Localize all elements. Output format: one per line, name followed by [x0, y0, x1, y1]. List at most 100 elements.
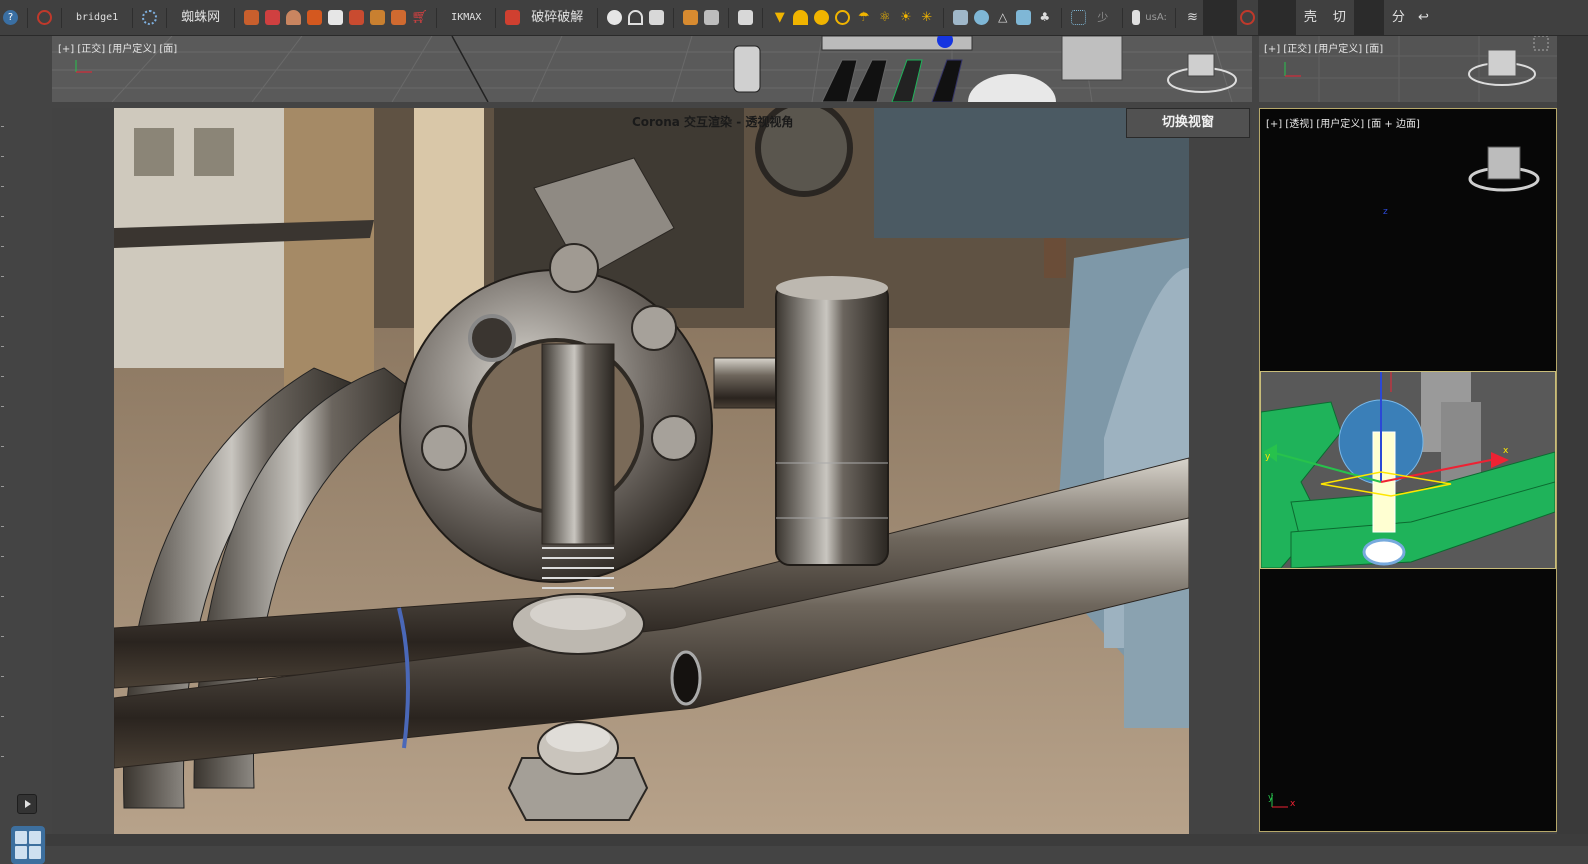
gear-icon[interactable]	[142, 10, 158, 25]
paint-tool-icon[interactable]	[244, 10, 260, 25]
sparkle-icon[interactable]: ✳	[919, 10, 934, 25]
fracture-icon[interactable]	[505, 10, 521, 25]
cloud-tool-icon[interactable]	[286, 10, 302, 25]
umbrella-icon[interactable]: ☂	[856, 10, 871, 25]
fracture-button[interactable]: 破碎破解	[523, 7, 591, 29]
ruler-tick	[1, 486, 4, 487]
box-icon[interactable]	[704, 10, 720, 25]
ortho-right-label[interactable]: [+] [正交] [用户定义] [面]	[1264, 40, 1383, 55]
cube-icon[interactable]	[953, 10, 969, 25]
render-image: Corona 交互渲染 - 透视视角	[114, 108, 1189, 834]
ortho-viewport-top[interactable]: [+] [正交] [用户定义] [面]	[52, 36, 1252, 102]
ruler-tick	[1, 446, 4, 447]
layout-cell	[29, 846, 41, 859]
toolbar-separator	[436, 7, 438, 28]
toolbar-separator	[495, 7, 497, 28]
right-edge-panel	[1557, 36, 1588, 846]
ruler-tick	[1, 406, 4, 407]
ruler-tick	[1, 676, 4, 677]
bridge-button[interactable]: bridge1	[68, 7, 126, 29]
render-scene	[114, 108, 1189, 834]
usa-label[interactable]: usA:	[1143, 7, 1169, 29]
ruler-tick	[1, 156, 4, 157]
ruler-tick	[1, 246, 4, 247]
robot-icon[interactable]	[738, 10, 754, 25]
hanger-icon[interactable]: △	[995, 10, 1010, 25]
ruler-tick	[1, 216, 4, 217]
light-icon[interactable]: ☀	[898, 10, 913, 25]
spider-web-button[interactable]: 蜘蛛网	[173, 7, 228, 29]
ruler-tick	[1, 636, 4, 637]
plant-icon[interactable]: ♣	[1037, 10, 1052, 25]
ruler-tick	[1, 526, 4, 527]
undo-swirl-icon[interactable]	[37, 10, 52, 25]
magnifier-tool-icon[interactable]	[265, 10, 281, 25]
teapot-icon[interactable]	[607, 10, 623, 25]
switch-viewport-button[interactable]: 切换视窗	[1126, 108, 1250, 138]
atom-icon[interactable]: ⚛	[877, 10, 892, 25]
camera-icon[interactable]	[649, 10, 665, 25]
toolbar-separator	[597, 7, 599, 28]
perspective-z-label: z	[1383, 207, 1388, 217]
half-sphere-icon[interactable]	[793, 10, 809, 25]
wireframe-x-label: x	[1503, 446, 1509, 456]
toolbar-separator	[132, 7, 134, 28]
toolbar-empty-area	[1257, 0, 1296, 35]
toolbar-separator	[166, 7, 168, 28]
unit-label[interactable]: 少	[1089, 7, 1116, 29]
barrel-tool-icon[interactable]	[391, 10, 407, 25]
image-tool-icon[interactable]	[349, 10, 365, 25]
toolbar-separator	[728, 7, 730, 28]
grid-icon[interactable]	[1071, 10, 1087, 25]
render-title: Corona 交互渲染 - 透视视角	[632, 115, 794, 129]
toolbar-separator	[61, 7, 62, 28]
perspective-viewport[interactable]: [+] [透视] [用户定义] [面 + 边面] z y x x y	[1259, 108, 1557, 832]
left-command-strip	[0, 36, 46, 864]
wireframe-y-label: y	[1265, 452, 1271, 462]
viewport-layout-button[interactable]	[11, 826, 45, 864]
panel-icon[interactable]	[1132, 10, 1141, 25]
ikmax-button[interactable]: IKMAX	[443, 7, 489, 29]
cut-button[interactable]: 切	[1325, 7, 1354, 29]
bucket-tool-icon[interactable]	[328, 10, 344, 25]
toolbar-separator	[1061, 7, 1063, 28]
ruler-tick	[1, 596, 4, 597]
layout-cell	[15, 831, 27, 844]
toolbar-separator	[234, 7, 236, 28]
globe-icon[interactable]	[974, 10, 990, 25]
qr-icon[interactable]	[1016, 10, 1032, 25]
ortho-top-label[interactable]: [+] [正交] [用户定义] [面]	[58, 40, 177, 55]
toolbar-separator	[1122, 7, 1124, 28]
note-tool-icon[interactable]	[370, 10, 386, 25]
ruler-tick	[1, 316, 4, 317]
corona-render-viewport[interactable]: Corona 交互渲染 - 透视视角 切换视窗	[52, 108, 1252, 834]
ball-icon[interactable]	[835, 10, 851, 25]
layers-icon[interactable]: ≋	[1185, 10, 1200, 25]
ortho-viewport-right[interactable]: [+] [正交] [用户定义] [面]	[1259, 36, 1559, 102]
layout-cell	[15, 846, 27, 859]
help-icon[interactable]: ?	[3, 10, 18, 25]
toolbar-empty-area	[1353, 0, 1384, 35]
toolbar-separator	[1174, 7, 1176, 28]
wireframe-scene	[1261, 372, 1555, 568]
gizmo-x-label: x	[1290, 799, 1296, 809]
selected-object-preview[interactable]: x y	[1260, 371, 1556, 569]
toolbar-separator	[762, 7, 764, 28]
split-button[interactable]: 分	[1384, 7, 1413, 29]
ruler-tick	[1, 556, 4, 557]
sphere-icon[interactable]	[814, 10, 830, 25]
box-stack-icon[interactable]	[683, 10, 699, 25]
redo-swirl-icon[interactable]	[1239, 10, 1255, 25]
ruler-tick	[1, 346, 4, 347]
funnel-icon[interactable]: ▼	[772, 10, 787, 25]
undo-icon[interactable]: ↩	[1416, 10, 1431, 25]
ruler-tick	[1, 376, 4, 377]
cart-icon[interactable]: 🛒︎	[411, 10, 428, 25]
toolbar-separator	[673, 7, 675, 28]
toolbar-separator	[943, 7, 945, 28]
ruler-tick	[1, 126, 4, 127]
arch-icon[interactable]	[628, 10, 644, 25]
play-button[interactable]	[17, 794, 37, 814]
brush-tool-icon[interactable]	[307, 10, 323, 25]
shell-button[interactable]: 壳	[1296, 7, 1325, 29]
